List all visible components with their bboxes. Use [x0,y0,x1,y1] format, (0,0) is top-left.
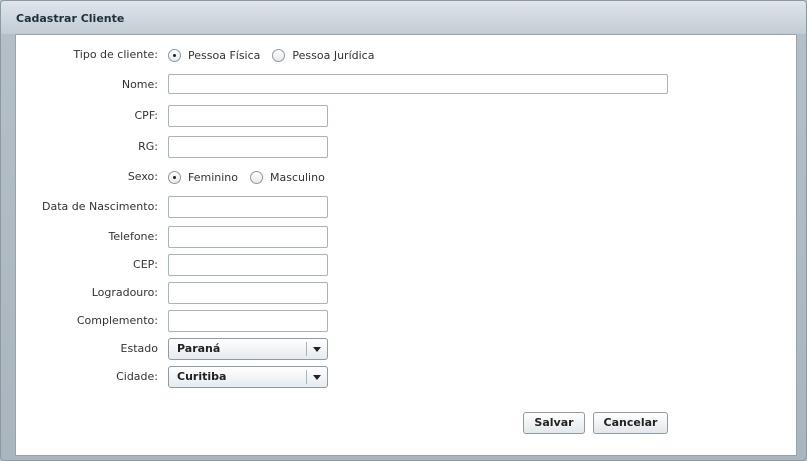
cancel-button[interactable]: Cancelar [593,412,668,434]
estado-row: Estado Paraná [16,337,796,361]
complemento-input[interactable] [168,310,328,332]
cpf-label: CPF: [134,109,159,122]
tipo-cliente-label: Tipo de cliente: [73,48,158,61]
cadastrar-cliente-dialog: Cadastrar Cliente Tipo de cliente: Pesso… [0,0,807,461]
form-panel: Tipo de cliente: Pessoa Física Pessoa Ju… [15,34,797,456]
rg-row: RG: [16,135,796,159]
telefone-label: Telefone: [108,230,159,243]
cidade-row: Cidade: Curitiba [16,365,796,389]
cidade-select[interactable]: Curitiba [168,366,328,388]
telefone-input[interactable] [168,226,328,248]
feminino-radio[interactable] [168,170,181,184]
cep-label: CEP: [133,258,158,271]
telefone-row: Telefone: [16,225,796,249]
sexo-radio-group: Feminino Masculino [168,165,337,189]
data-nascimento-row: Data de Nascimento: [16,195,796,219]
masculino-label[interactable]: Masculino [270,171,325,184]
pessoa-fisica-radio[interactable] [168,48,181,62]
pessoa-juridica-radio[interactable] [272,48,286,62]
cidade-selected-value: Curitiba [177,370,227,383]
nome-input[interactable] [168,74,668,94]
estado-select-divider [306,342,307,356]
tipo-cliente-radio-group: Pessoa Física Pessoa Jurídica [168,43,386,67]
complemento-row: Complemento: [16,309,796,333]
estado-select[interactable]: Paraná [168,338,328,360]
complemento-label: Complemento: [76,314,158,327]
logradouro-label: Logradouro: [91,286,158,299]
tipo-cliente-row: Tipo de cliente: Pessoa Física Pessoa Ju… [16,43,796,67]
save-button[interactable]: Salvar [523,412,585,434]
pessoa-fisica-label[interactable]: Pessoa Física [188,49,260,62]
nome-row: Nome: [16,73,796,97]
logradouro-row: Logradouro: [16,281,796,305]
estado-label: Estado [120,342,158,355]
logradouro-input[interactable] [168,282,328,304]
pessoa-juridica-label[interactable]: Pessoa Jurídica [292,49,374,62]
dialog-title: Cadastrar Cliente [16,12,125,25]
sexo-row: Sexo: Feminino Masculino [16,165,796,189]
rg-input[interactable] [168,136,328,158]
cidade-select-divider [306,370,307,384]
nome-label: Nome: [121,78,158,91]
cpf-row: CPF: [16,104,796,128]
cpf-input[interactable] [168,105,328,127]
cep-row: CEP: [16,253,796,277]
data-nascimento-input[interactable] [168,196,328,218]
feminino-label[interactable]: Feminino [188,171,238,184]
chevron-down-icon[interactable] [313,375,321,380]
cidade-label: Cidade: [116,370,158,383]
masculino-radio[interactable] [250,170,263,184]
data-nascimento-label: Data de Nascimento: [41,200,158,213]
rg-label: RG: [138,140,158,153]
dialog-titlebar[interactable]: Cadastrar Cliente [1,1,806,34]
cep-input[interactable] [168,254,328,276]
estado-selected-value: Paraná [177,342,221,355]
sexo-label: Sexo: [127,170,158,183]
chevron-down-icon[interactable] [313,347,321,352]
